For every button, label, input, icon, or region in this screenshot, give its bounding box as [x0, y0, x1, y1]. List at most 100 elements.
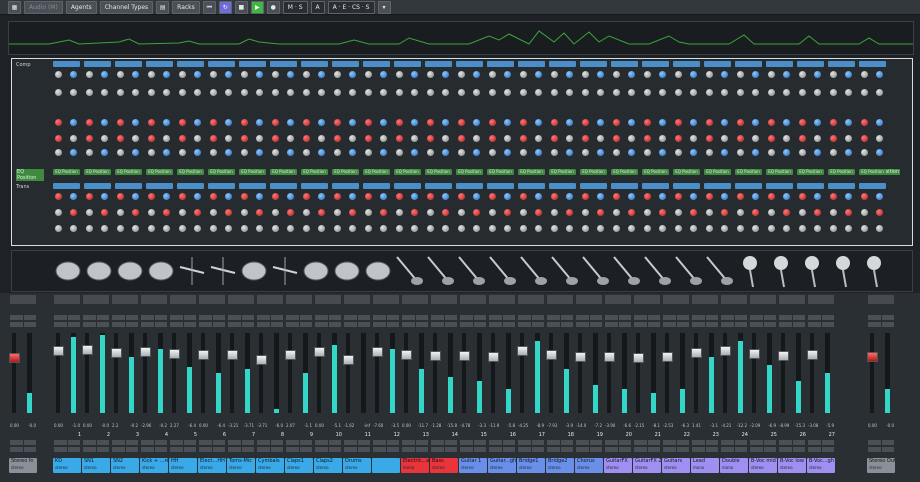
fader-handle[interactable]	[82, 345, 93, 355]
knob-icon[interactable]	[489, 225, 496, 232]
mute-button[interactable]	[460, 315, 473, 320]
edit-button[interactable]	[473, 322, 486, 327]
knob-icon[interactable]	[70, 149, 77, 156]
knob-icon[interactable]	[597, 135, 604, 142]
input-routing-slot[interactable]	[315, 295, 341, 304]
monitor-button[interactable]	[763, 447, 776, 452]
fader-handle[interactable]	[140, 347, 151, 357]
monitor-button[interactable]	[444, 447, 457, 452]
knob-icon[interactable]	[287, 135, 294, 142]
read-button[interactable]	[199, 440, 212, 445]
channel-name-label[interactable]: B-Voc mid stereo	[749, 458, 777, 473]
knob-icon[interactable]	[566, 71, 573, 78]
insert-slot[interactable]	[115, 183, 142, 189]
channel-name-label[interactable]: Electric...assmono	[401, 458, 429, 473]
knob-icon[interactable]	[55, 193, 62, 200]
edit-button[interactable]	[560, 322, 573, 327]
insert-slot[interactable]	[270, 183, 297, 189]
knob-icon[interactable]	[768, 89, 775, 96]
knob-icon[interactable]	[210, 119, 217, 126]
knob-icon[interactable]	[334, 135, 341, 142]
fader-track[interactable]	[810, 333, 814, 413]
knob-icon[interactable]	[473, 149, 480, 156]
monitor-button[interactable]	[96, 447, 109, 452]
automation-row[interactable]	[634, 440, 660, 445]
knob-icon[interactable]	[473, 135, 480, 142]
knob-icon[interactable]	[427, 71, 434, 78]
mute-solo-row[interactable]	[402, 315, 428, 320]
knob-icon[interactable]	[706, 225, 713, 232]
eq-position-button[interactable]: EQ Position	[766, 169, 793, 175]
knob-icon[interactable]	[86, 193, 93, 200]
read-button[interactable]	[170, 440, 183, 445]
knob-icon[interactable]	[365, 149, 372, 156]
monitor-button[interactable]	[299, 447, 312, 452]
listen-button[interactable]	[460, 322, 473, 327]
insert-slot[interactable]	[735, 61, 762, 67]
insert-slot[interactable]	[84, 183, 111, 189]
insert-slot[interactable]	[580, 61, 607, 67]
record-icon[interactable]: ●	[266, 0, 280, 14]
knob-icon[interactable]	[55, 71, 62, 78]
knob-icon[interactable]	[737, 225, 744, 232]
listen-button[interactable]	[721, 322, 734, 327]
fader-handle[interactable]	[372, 347, 383, 357]
solo-button[interactable]	[386, 315, 399, 320]
monitor-button[interactable]	[647, 447, 660, 452]
knob-icon[interactable]	[551, 225, 558, 232]
listen-button[interactable]	[779, 322, 792, 327]
knob-icon[interactable]	[117, 193, 124, 200]
automation-row[interactable]	[868, 440, 894, 445]
knob-icon[interactable]	[566, 119, 573, 126]
knob-icon[interactable]	[814, 89, 821, 96]
solo-button[interactable]	[270, 315, 283, 320]
write-button[interactable]	[96, 440, 109, 445]
solo-button[interactable]	[589, 315, 602, 320]
listen-edit-row[interactable]	[779, 322, 805, 327]
knob-icon[interactable]	[628, 89, 635, 96]
listen-edit-row[interactable]	[402, 322, 428, 327]
knob-icon[interactable]	[520, 71, 527, 78]
input-routing-slot[interactable]	[373, 295, 399, 304]
knob-icon[interactable]	[396, 225, 403, 232]
fader-handle[interactable]	[401, 350, 412, 360]
fader-handle[interactable]	[111, 348, 122, 358]
eq-position-button[interactable]: EQ Position	[270, 169, 297, 175]
knob-icon[interactable]	[303, 149, 310, 156]
channel-name-label[interactable]: Claps2 stereo	[314, 458, 342, 473]
input-routing-slot[interactable]	[518, 295, 544, 304]
knob-icon[interactable]	[473, 193, 480, 200]
edit-button[interactable]	[618, 322, 631, 327]
knob-icon[interactable]	[659, 225, 666, 232]
record-monitor-row[interactable]	[170, 447, 196, 452]
knob-icon[interactable]	[303, 135, 310, 142]
knob-icon[interactable]	[675, 209, 682, 216]
knob-icon[interactable]	[799, 135, 806, 142]
fader-track[interactable]	[288, 333, 292, 413]
channel-name-label[interactable]: Drums stereo	[343, 458, 371, 473]
record-enable-button[interactable]	[663, 447, 676, 452]
knob-icon[interactable]	[334, 149, 341, 156]
record-monitor-row[interactable]	[605, 447, 631, 452]
knob-icon[interactable]	[256, 225, 263, 232]
knob-icon[interactable]	[675, 193, 682, 200]
channel-name-label[interactable]: Stereo Out stereo	[867, 458, 895, 473]
solo-button[interactable]	[531, 315, 544, 320]
knob-icon[interactable]	[644, 225, 651, 232]
knob-icon[interactable]	[737, 71, 744, 78]
record-monitor-row[interactable]	[141, 447, 167, 452]
mute-solo-row[interactable]	[634, 315, 660, 320]
knob-icon[interactable]	[783, 71, 790, 78]
eq-position-button[interactable]: EQ Position	[301, 169, 328, 175]
knob-icon[interactable]	[318, 71, 325, 78]
read-button[interactable]	[257, 440, 270, 445]
automation-row[interactable]	[141, 440, 167, 445]
knob-icon[interactable]	[721, 193, 728, 200]
write-button[interactable]	[444, 440, 457, 445]
eq-position-button[interactable]: EQ Position	[828, 169, 855, 175]
knob-icon[interactable]	[380, 135, 387, 142]
knob-icon[interactable]	[225, 119, 232, 126]
knob-icon[interactable]	[551, 149, 558, 156]
knob-icon[interactable]	[690, 209, 697, 216]
mode-dropdown[interactable]: Audio (M)	[24, 0, 63, 14]
